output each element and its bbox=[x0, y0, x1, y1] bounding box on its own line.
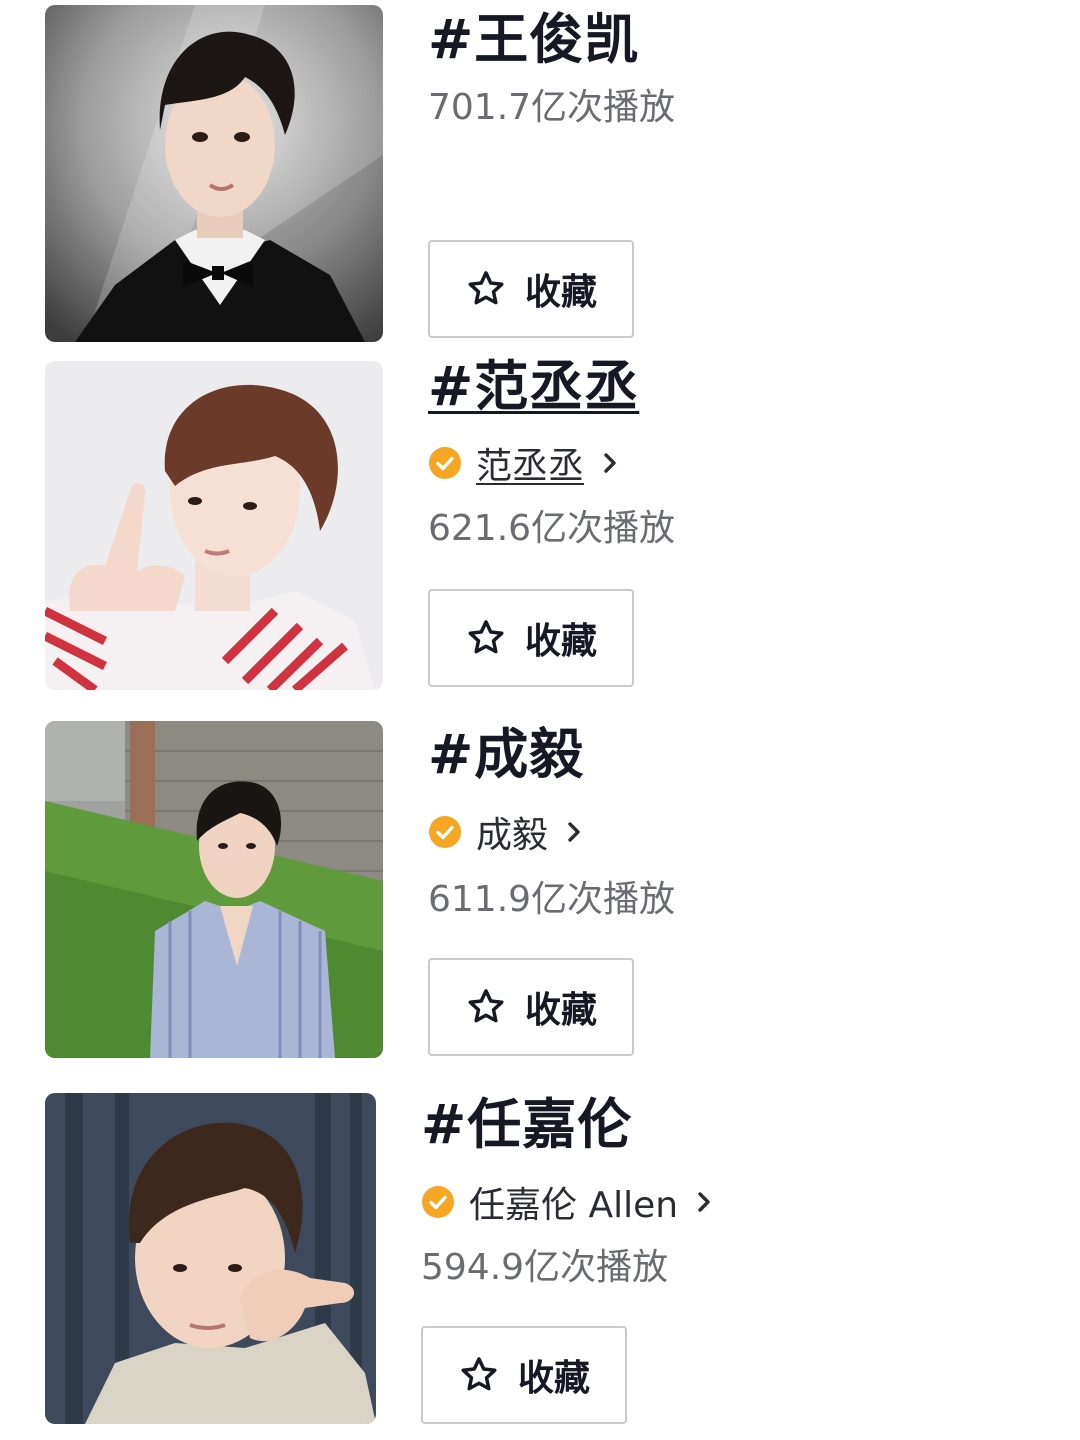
play-count: 621.6亿次播放 bbox=[428, 508, 676, 549]
favorite-button[interactable]: 收藏 bbox=[421, 1326, 627, 1424]
topic-card-3[interactable]: #成毅 成毅 611.9亿次播放 收藏 bbox=[0, 715, 1080, 1075]
play-count: 611.9亿次播放 bbox=[428, 879, 676, 920]
star-outline-icon bbox=[468, 620, 504, 654]
topic-card-1[interactable]: #王俊凯 701.7亿次播放 收藏 bbox=[0, 0, 1080, 350]
portrait-image bbox=[45, 361, 383, 690]
topic-thumbnail[interactable] bbox=[45, 5, 383, 342]
favorite-button[interactable]: 收藏 bbox=[428, 958, 634, 1056]
topic-card-2[interactable]: #范丞丞 范丞丞 621.6亿次播放 收藏 bbox=[0, 355, 1080, 700]
topic-title[interactable]: #任嘉伦 bbox=[421, 1093, 632, 1157]
verified-badge-icon bbox=[422, 1186, 454, 1218]
favorite-label: 收藏 bbox=[524, 990, 597, 1031]
star-outline-icon bbox=[468, 271, 504, 305]
chevron-right-icon bbox=[604, 453, 616, 473]
favorite-label: 收藏 bbox=[517, 1358, 590, 1399]
star-outline-icon bbox=[461, 1357, 497, 1391]
play-count: 701.7亿次播放 bbox=[428, 87, 676, 128]
verified-account-link[interactable]: 范丞丞 bbox=[428, 441, 620, 487]
topic-title[interactable]: #范丞丞 bbox=[428, 355, 639, 419]
chevron-right-icon bbox=[698, 1192, 710, 1212]
chevron-right-icon bbox=[568, 822, 580, 842]
topic-thumbnail[interactable] bbox=[45, 1093, 376, 1424]
portrait-image bbox=[45, 721, 383, 1058]
star-outline-icon bbox=[468, 989, 504, 1023]
account-name: 任嘉伦 Allen bbox=[469, 1185, 679, 1226]
favorite-label: 收藏 bbox=[524, 272, 597, 313]
favorite-label: 收藏 bbox=[524, 621, 597, 662]
account-name: 成毅 bbox=[476, 815, 549, 856]
topic-title[interactable]: #成毅 bbox=[428, 723, 584, 787]
topic-thumbnail[interactable] bbox=[45, 361, 383, 690]
account-name: 范丞丞 bbox=[476, 446, 585, 487]
play-count: 594.9亿次播放 bbox=[421, 1247, 669, 1288]
favorite-button[interactable]: 收藏 bbox=[428, 240, 634, 338]
verified-badge-icon bbox=[429, 447, 461, 479]
topic-title[interactable]: #王俊凯 bbox=[428, 8, 639, 72]
favorite-button[interactable]: 收藏 bbox=[428, 589, 634, 687]
portrait-image bbox=[45, 1093, 376, 1424]
topic-card-4[interactable]: #任嘉伦 任嘉伦 Allen 594.9亿次播放 收藏 bbox=[0, 1085, 1080, 1435]
verified-account-link[interactable]: 任嘉伦 Allen bbox=[421, 1180, 714, 1226]
topic-thumbnail[interactable] bbox=[45, 721, 383, 1058]
portrait-image bbox=[45, 5, 383, 342]
verified-account-link[interactable]: 成毅 bbox=[428, 810, 584, 856]
verified-badge-icon bbox=[429, 816, 461, 848]
